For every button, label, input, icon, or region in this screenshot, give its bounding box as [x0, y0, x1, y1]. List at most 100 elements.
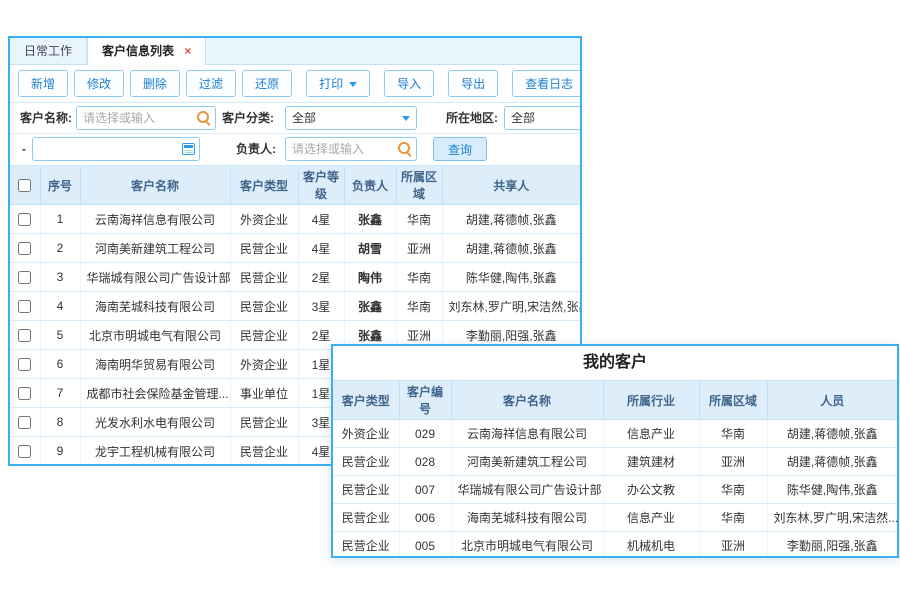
customer-type: 民营企业: [333, 476, 399, 504]
row-checkbox[interactable]: [18, 242, 31, 255]
delete-button[interactable]: 删除: [130, 70, 180, 97]
col-header-region: 所属区域: [699, 381, 767, 420]
category-select[interactable]: 全部: [285, 106, 417, 130]
owner-link[interactable]: 张鑫: [344, 292, 396, 321]
select-all-checkbox[interactable]: [18, 179, 31, 192]
row-checkbox-cell: [10, 408, 40, 437]
customer-type: 民营企业: [230, 437, 298, 466]
customer-name-link[interactable]: 海南芜城科技有限公司: [80, 292, 230, 321]
row-checkbox[interactable]: [18, 271, 31, 284]
my-customer-row[interactable]: 民营企业006海南芜城科技有限公司信息产业华南刘东林,罗广明,宋洁然...: [333, 504, 897, 532]
customer-name-link[interactable]: 华瑞城有限公司广告设计部: [451, 476, 603, 504]
new-button[interactable]: 新增: [18, 70, 68, 97]
region: 华南: [699, 476, 767, 504]
region: 华南: [396, 263, 442, 292]
calendar-icon[interactable]: [176, 137, 200, 161]
date-range-dash: -: [22, 134, 26, 164]
customer-row[interactable]: 4海南芜城科技有限公司民营企业3星张鑫华南刘东林,罗广明,宋洁然,张鑫: [10, 292, 580, 321]
customer-type: 民营企业: [230, 321, 298, 350]
search-icon[interactable]: [393, 137, 417, 161]
customer-type: 民营企业: [230, 263, 298, 292]
people: 胡建,蒋德帧,张鑫: [767, 420, 897, 448]
row-checkbox[interactable]: [18, 358, 31, 371]
customer-name-link[interactable]: 河南美新建筑工程公司: [451, 448, 603, 476]
customer-code-link[interactable]: 007: [399, 476, 451, 504]
filter-row-1: 客户名称: 客户分类: 全部 所在地区: 全部: [10, 103, 580, 134]
customer-level: 4星: [298, 205, 344, 234]
my-customers-panel: 我的客户 客户类型 客户编号 客户名称 所属行业 所属区域 人员 外资企业029…: [331, 344, 899, 558]
col-header-name: 客户名称: [451, 381, 603, 420]
customer-name-link[interactable]: 光发水利水电有限公司: [80, 408, 230, 437]
customer-name-link[interactable]: 海南芜城科技有限公司: [451, 504, 603, 532]
customer-row[interactable]: 1云南海祥信息有限公司外资企业4星张鑫华南胡建,蒋德帧,张鑫: [10, 205, 580, 234]
row-checkbox-cell: [10, 234, 40, 263]
customer-name-link[interactable]: 龙宇工程机械有限公司: [80, 437, 230, 466]
owner-link[interactable]: 胡雪: [344, 234, 396, 263]
my-customer-row[interactable]: 民营企业007华瑞城有限公司广告设计部办公文教华南陈华健,陶伟,张鑫: [333, 476, 897, 504]
customer-name-link[interactable]: 海南明华贸易有限公司: [80, 350, 230, 379]
customer-type: 外资企业: [230, 205, 298, 234]
view-log-button[interactable]: 查看日志: [512, 70, 582, 97]
row-index: 1: [40, 205, 80, 234]
query-button[interactable]: 查询: [433, 137, 487, 161]
customer-name-link[interactable]: 成都市社会保险基金管理...: [80, 379, 230, 408]
row-checkbox[interactable]: [18, 329, 31, 342]
customer-code-link[interactable]: 029: [399, 420, 451, 448]
row-checkbox-cell: [10, 437, 40, 466]
customer-name-link[interactable]: 云南海祥信息有限公司: [451, 420, 603, 448]
customer-type: 事业单位: [230, 379, 298, 408]
customer-name-link[interactable]: 北京市明城电气有限公司: [451, 532, 603, 559]
owner-link[interactable]: 张鑫: [344, 205, 396, 234]
my-customer-row[interactable]: 外资企业029云南海祥信息有限公司信息产业华南胡建,蒋德帧,张鑫: [333, 420, 897, 448]
my-customer-row[interactable]: 民营企业028河南美新建筑工程公司建筑建材亚洲胡建,蒋德帧,张鑫: [333, 448, 897, 476]
tab-label: 客户信息列表: [102, 44, 174, 58]
tab-close-icon[interactable]: ×: [184, 44, 191, 58]
customer-type: 民营企业: [230, 408, 298, 437]
customer-row[interactable]: 2河南美新建筑工程公司民营企业4星胡雪亚洲胡建,蒋德帧,张鑫: [10, 234, 580, 263]
customer-code-link[interactable]: 005: [399, 532, 451, 559]
row-checkbox[interactable]: [18, 445, 31, 458]
region: 华南: [396, 205, 442, 234]
row-checkbox[interactable]: [18, 300, 31, 313]
customer-type: 民营企业: [333, 448, 399, 476]
row-index: 3: [40, 263, 80, 292]
tab-customer-list[interactable]: 客户信息列表 ×: [87, 38, 206, 65]
district-select[interactable]: 全部: [504, 106, 582, 130]
date-input[interactable]: [32, 137, 200, 161]
col-header-code: 客户编号: [399, 381, 451, 420]
customer-name-link[interactable]: 北京市明城电气有限公司: [80, 321, 230, 350]
restore-button[interactable]: 还原: [242, 70, 292, 97]
people: 李勤丽,阳强,张鑫: [767, 532, 897, 559]
customer-name-link[interactable]: 云南海祥信息有限公司: [80, 205, 230, 234]
import-button[interactable]: 导入: [384, 70, 434, 97]
search-icon[interactable]: [192, 106, 216, 130]
edit-button[interactable]: 修改: [74, 70, 124, 97]
col-header-people: 人员: [767, 381, 897, 420]
customer-code-link[interactable]: 006: [399, 504, 451, 532]
industry: 建筑建材: [603, 448, 699, 476]
filter-button[interactable]: 过滤: [186, 70, 236, 97]
print-button[interactable]: 打印: [306, 70, 370, 97]
region: 亚洲: [699, 448, 767, 476]
customer-name-link[interactable]: 河南美新建筑工程公司: [80, 234, 230, 263]
category-label: 客户分类:: [222, 103, 274, 133]
industry: 信息产业: [603, 504, 699, 532]
tab-daily-work[interactable]: 日常工作: [10, 38, 87, 64]
export-button[interactable]: 导出: [448, 70, 498, 97]
row-checkbox[interactable]: [18, 213, 31, 226]
my-customers-table-body: 外资企业029云南海祥信息有限公司信息产业华南胡建,蒋德帧,张鑫民营企业028河…: [333, 420, 897, 559]
customer-type: 外资企业: [333, 420, 399, 448]
customer-level: 4星: [298, 234, 344, 263]
my-customer-row[interactable]: 民营企业005北京市明城电气有限公司机械机电亚洲李勤丽,阳强,张鑫: [333, 532, 897, 559]
customer-row[interactable]: 3华瑞城有限公司广告设计部民营企业2星陶伟华南陈华健,陶伟,张鑫: [10, 263, 580, 292]
row-checkbox[interactable]: [18, 416, 31, 429]
row-checkbox[interactable]: [18, 387, 31, 400]
shared-people: 胡建,蒋德帧,张鑫: [442, 205, 580, 234]
col-header-name: 客户名称: [80, 166, 230, 205]
owner-link[interactable]: 陶伟: [344, 263, 396, 292]
customer-name-link[interactable]: 华瑞城有限公司广告设计部: [80, 263, 230, 292]
shared-people: 胡建,蒋德帧,张鑫: [442, 234, 580, 263]
row-index: 9: [40, 437, 80, 466]
customer-code-link[interactable]: 028: [399, 448, 451, 476]
row-checkbox-cell: [10, 263, 40, 292]
